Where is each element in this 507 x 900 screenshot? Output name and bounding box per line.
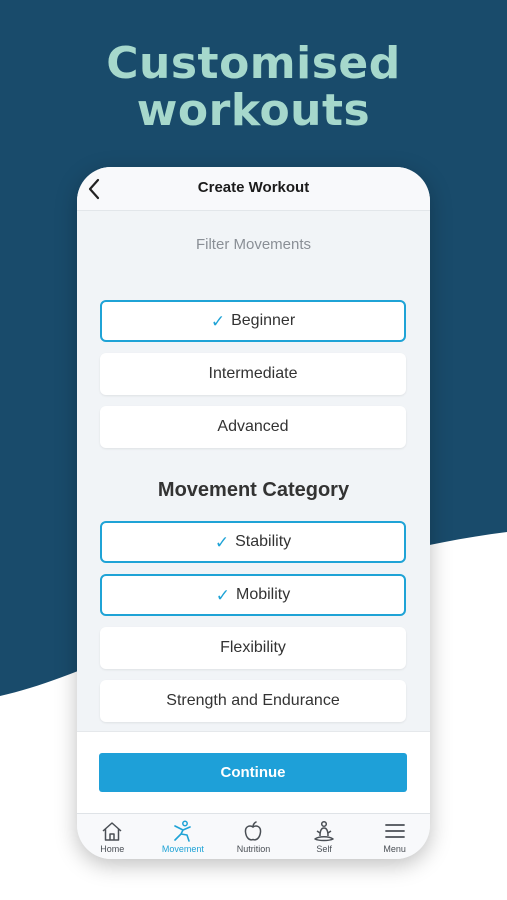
option-label: Flexibility [220,639,286,656]
option-label: Advanced [217,418,289,435]
tab-label: Menu [383,844,406,854]
tab-label: Self [316,844,332,854]
option-label: Strength and Endurance [166,692,340,709]
headline-line-2: workouts [136,85,371,136]
page-title: Create Workout [197,179,310,196]
hamburger-menu-icon [384,824,405,838]
option-label: Stability [235,533,292,550]
level-option-beginner[interactable]: ✓ Beginner [100,300,406,342]
check-icon: ✓ [215,585,230,605]
tab-self[interactable]: Self [289,814,360,859]
check-icon: ✓ [210,311,226,331]
movement-icon [174,820,191,842]
check-icon: ✓ [214,532,230,552]
category-option-stability[interactable]: ✓ Stability [100,521,406,563]
movement-category-heading: Movement Category [157,479,350,501]
tab-menu[interactable]: Menu [359,814,430,859]
tab-movement[interactable]: Movement [148,814,219,859]
filter-movements-heading: Filter Movements [195,236,312,253]
level-option-intermediate[interactable]: Intermediate [100,353,406,395]
category-option-flexibility[interactable]: Flexibility [100,627,406,669]
option-label: Intermediate [208,365,298,382]
tab-label: Movement [161,844,204,854]
tab-nutrition[interactable]: Nutrition [218,814,289,859]
category-option-strength-endurance[interactable]: Strength and Endurance [100,680,406,722]
headline-line-1: Customised [106,38,401,89]
top-bar: Create Workout [77,167,430,211]
meditation-icon [314,820,334,842]
promo-headline: Customised workouts [0,40,507,134]
home-icon [102,822,122,841]
level-option-advanced[interactable]: Advanced [100,406,406,448]
continue-button[interactable]: Continue [99,753,407,792]
tab-home[interactable]: Home [77,814,148,859]
apple-icon [245,821,262,841]
option-label: Mobility [236,586,291,603]
tab-label: Nutrition [236,844,271,854]
footer-area: Continue [77,731,430,814]
option-label: Beginner [231,312,296,329]
phone-screen: Create Workout Filter Movements ✓ Beginn… [77,167,430,859]
bottom-tab-bar: Home Movement Nutrition Self Menu [77,813,430,859]
category-option-mobility[interactable]: ✓ Mobility [100,574,406,616]
tab-label: Home [100,844,125,854]
